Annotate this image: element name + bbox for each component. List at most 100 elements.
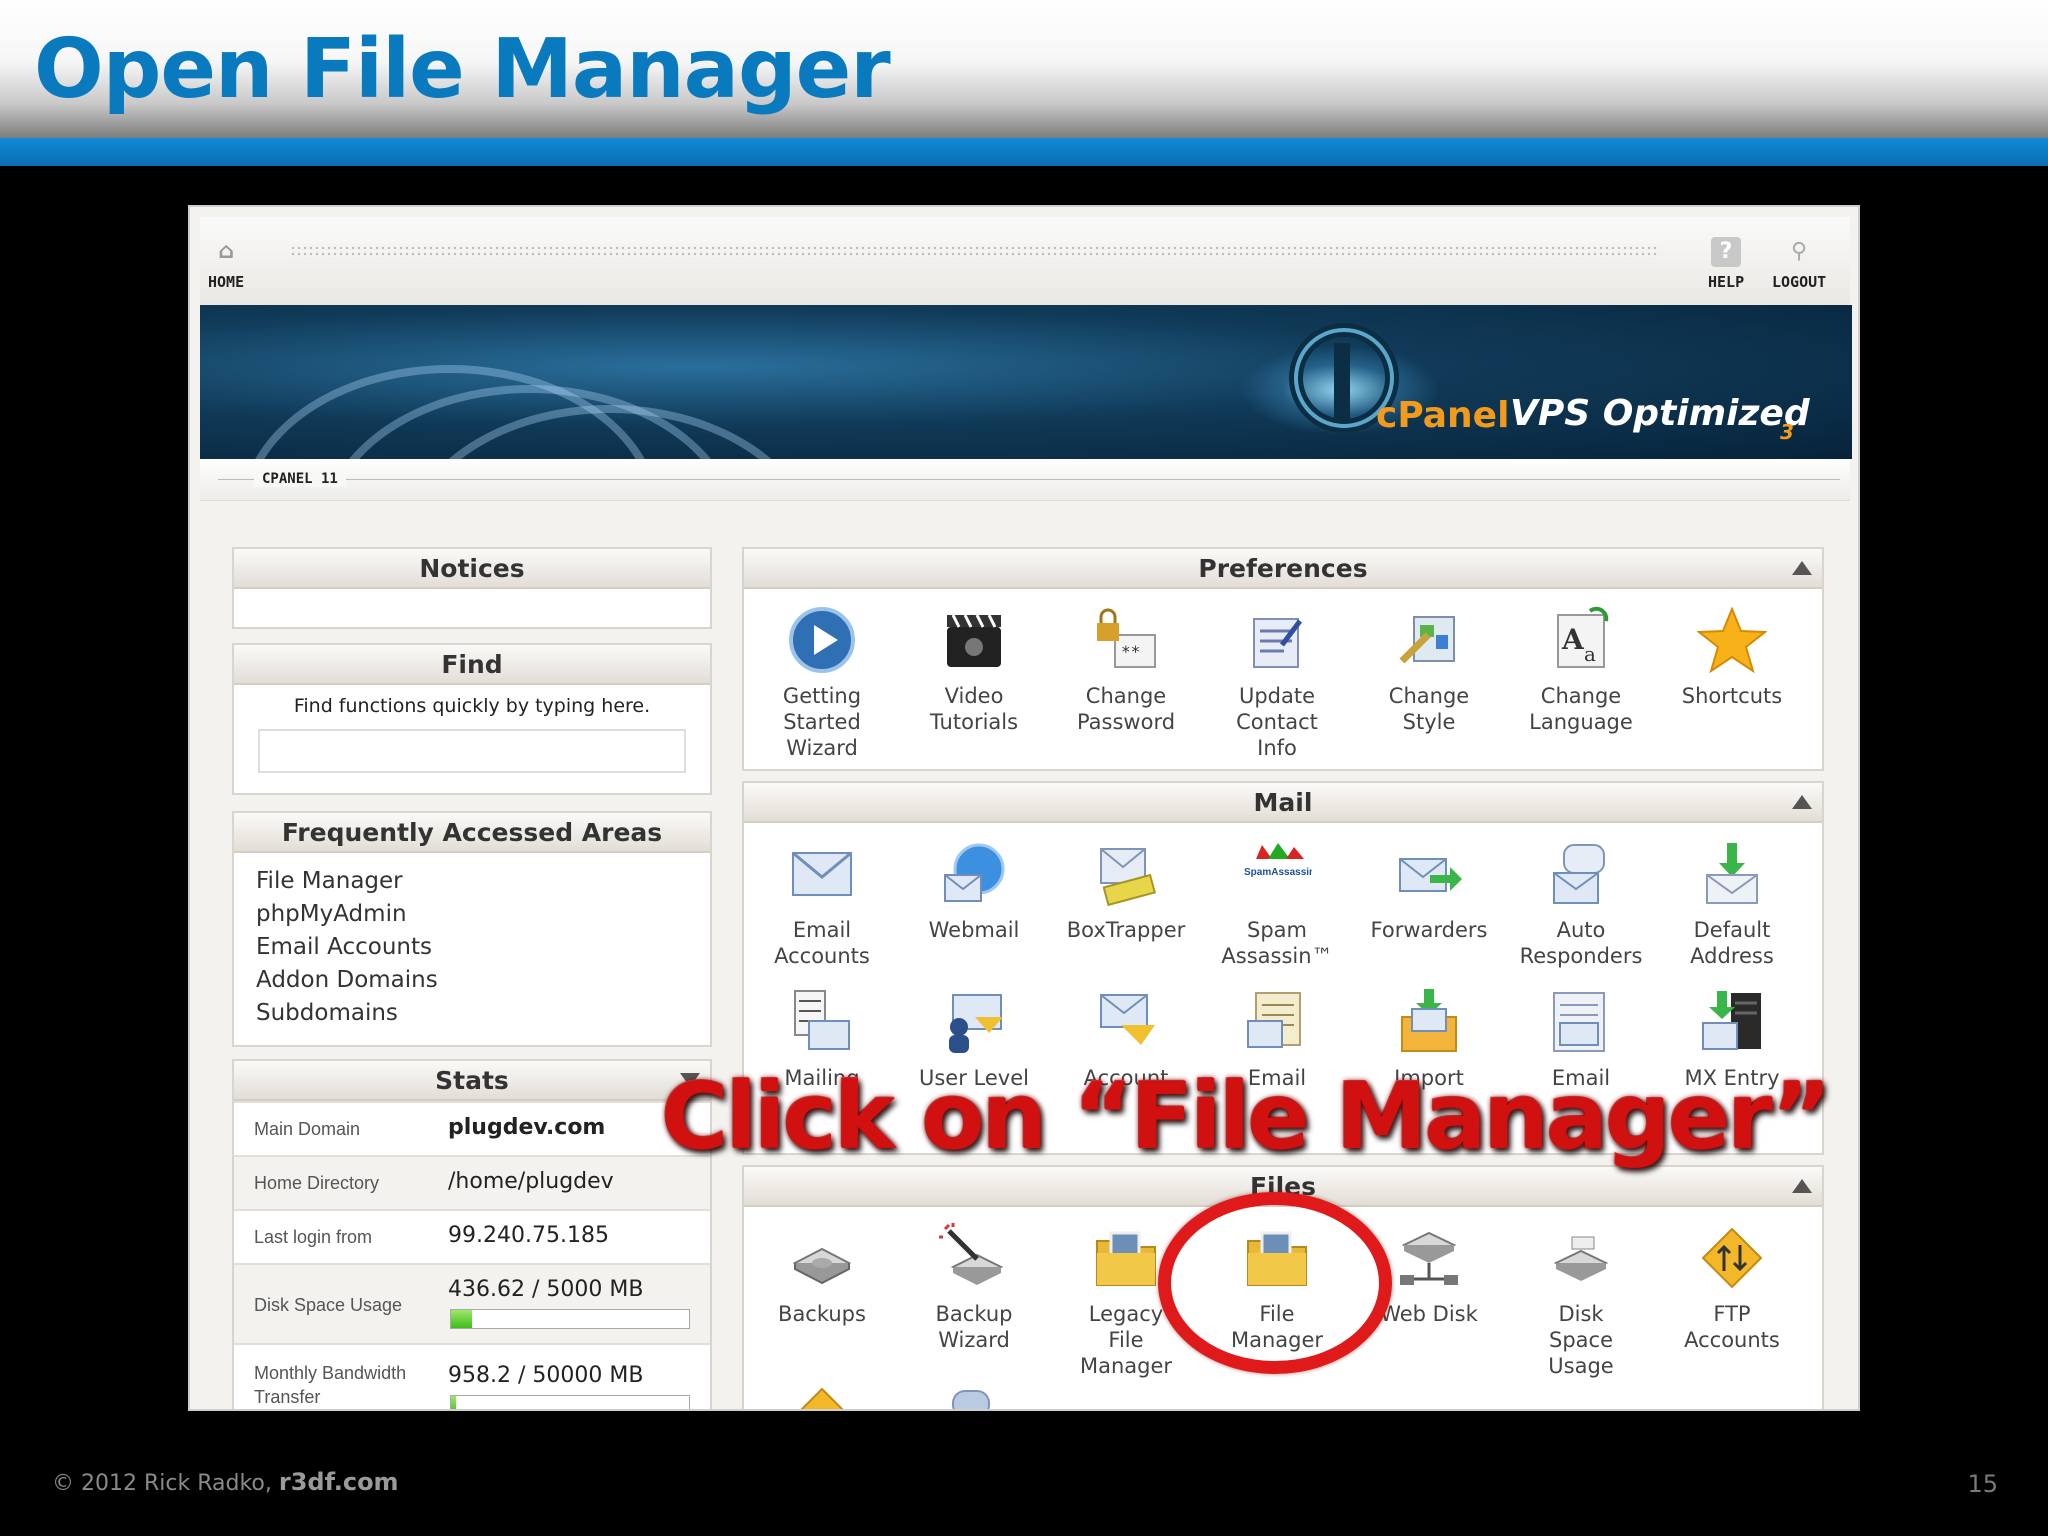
icon-label: FTP [1713, 1302, 1751, 1326]
frequent-list: File Manager phpMyAdmin Email Accounts A… [234, 853, 710, 1030]
pref-change-language[interactable]: Aa Change Language [1506, 605, 1656, 735]
pref-change-password[interactable]: ** Change Password [1051, 605, 1201, 735]
stats-row-last-login: Last login from 99.240.75.185 [234, 1209, 710, 1263]
find-title: Find [234, 645, 710, 685]
mail-title-text: Mail [1253, 788, 1313, 817]
preferences-panel: Preferences Getting Started Wizard Video… [742, 547, 1824, 771]
frequent-item[interactable]: Email Accounts [256, 931, 710, 964]
logout-label: LOGOUT [1772, 273, 1827, 291]
pref-update-contact[interactable]: Update Contact Info [1202, 605, 1352, 761]
icon-label: Shortcuts [1681, 684, 1783, 708]
help-button[interactable]: ? HELP [1708, 237, 1744, 291]
bandwidth-bar [450, 1395, 690, 1409]
highlight-circle [1158, 1192, 1392, 1374]
icon-label: Backups [778, 1302, 866, 1326]
logout-button[interactable]: ⚲ LOGOUT [1772, 237, 1826, 291]
frequent-title: Frequently Accessed Areas [234, 813, 710, 853]
spamassassin-icon: SpamAssassin [1244, 843, 1315, 878]
pref-video-tutorials[interactable]: Video Tutorials [899, 605, 1049, 735]
slide-title: Open File Manager [34, 22, 891, 117]
files-next-row-icon[interactable] [747, 1383, 897, 1409]
play-icon [789, 607, 855, 673]
slide-header: Open File Manager [0, 0, 2048, 138]
stats-value: /home/plugdev [448, 1169, 614, 1194]
icon-label: Started [783, 710, 861, 734]
collapse-arrow-icon[interactable] [1792, 1179, 1812, 1193]
icon-label: Getting [782, 684, 862, 708]
cpanel-banner: cPanel VPS Optimized 3 [200, 305, 1852, 459]
mx-entry-icon [1702, 991, 1761, 1050]
files-next-row-icon[interactable] [899, 1383, 1049, 1409]
chat-bubble-icon [952, 1390, 990, 1409]
frequent-item[interactable]: phpMyAdmin [256, 898, 710, 931]
breadcrumb-label[interactable]: CPANEL 11 [254, 471, 346, 487]
notices-panel: Notices [232, 547, 712, 629]
mail-boxtrapper[interactable]: BoxTrapper [1051, 839, 1201, 943]
icon-label: Disk [1558, 1302, 1604, 1326]
help-label: HELP [1708, 273, 1745, 291]
icon-label: Backup [935, 1302, 1013, 1326]
box-trap-icon [1100, 848, 1156, 907]
icon-label: Manager [1079, 1354, 1173, 1378]
cpanel-topbar: ⌂ HOME ? HELP ⚲ LOGOUT [200, 217, 1850, 309]
icon-label: Change [1085, 684, 1167, 708]
find-hint: Find functions quickly by typing here. [293, 695, 651, 717]
logout-icon: ⚲ [1791, 239, 1808, 264]
disk-usage-icon [1553, 1236, 1609, 1281]
frequent-item[interactable]: Subdomains [256, 997, 710, 1030]
slide-footer: © 2012 Rick Radko, r3df.com [52, 1468, 399, 1496]
files-backup-wizard[interactable]: Backup Wizard [899, 1223, 1049, 1353]
stats-title: Stats [234, 1061, 710, 1101]
contact-form-icon [1253, 618, 1302, 668]
svg-text:a: a [1584, 642, 1596, 666]
collapse-arrow-icon[interactable] [1792, 561, 1812, 575]
mail-title: Mail [744, 783, 1822, 823]
icon-label: Auto [1556, 918, 1606, 942]
stats-key: Home Directory [254, 1173, 380, 1193]
envelope-icon [792, 851, 852, 896]
home-icon: ⌂ [218, 239, 234, 264]
files-backups[interactable]: Backups [747, 1223, 897, 1327]
user-filter-icon [949, 994, 1003, 1053]
stats-key-line2: Transfer [254, 1387, 321, 1407]
stats-title-text: Stats [435, 1066, 509, 1095]
footer-site: r3df.com [278, 1468, 399, 1496]
icon-label: Info [1257, 736, 1297, 760]
preferences-title: Preferences [744, 549, 1822, 589]
files-ftp-accounts[interactable]: FTP Accounts [1657, 1223, 1807, 1353]
callout-text: Click on “File Manager” [661, 1063, 1832, 1170]
mail-default-address[interactable]: Default Address [1657, 839, 1807, 969]
network-disk-icon [1400, 1231, 1458, 1285]
icon-label: Email [792, 918, 852, 942]
topbar-texture [290, 245, 1660, 259]
find-input[interactable] [258, 729, 686, 773]
files-disk-space-usage[interactable]: Disk Space Usage [1506, 1223, 1656, 1379]
stats-row-disk-space: Disk Space Usage 436.62 / 5000 MB [234, 1263, 710, 1343]
default-address-icon [1706, 843, 1758, 904]
frequent-item[interactable]: Addon Domains [256, 964, 710, 997]
frequent-item[interactable]: File Manager [256, 865, 710, 898]
stats-value: plugdev.com [448, 1115, 606, 1140]
frequent-panel: Frequently Accessed Areas File Manager p… [232, 811, 712, 1047]
icon-label: Usage [1548, 1354, 1614, 1378]
cpanel-screenshot: ⌂ HOME ? HELP ⚲ LOGOUT cPanel VPS Optimi… [188, 205, 1860, 1411]
banner-brand: cPanel [1376, 395, 1510, 436]
clapperboard-icon [947, 614, 1001, 667]
mail-auto-responders[interactable]: Auto Responders [1506, 839, 1656, 969]
icon-label: Change [1388, 684, 1470, 708]
slide-page-number: 15 [1967, 1470, 1998, 1498]
bandwidth-fill [451, 1396, 456, 1409]
mail-webmail[interactable]: Webmail [899, 839, 1049, 943]
mail-email-accounts[interactable]: Email Accounts [747, 839, 897, 969]
icon-label: Accounts [1684, 1328, 1780, 1352]
icon-label: Spam [1247, 918, 1307, 942]
collapse-arrow-icon[interactable] [1792, 795, 1812, 809]
pref-change-style[interactable]: Change Style [1354, 605, 1504, 735]
mail-forwarders[interactable]: Forwarders [1354, 839, 1504, 943]
pref-getting-started[interactable]: Getting Started Wizard [747, 605, 897, 761]
stats-key: Monthly Bandwidth Transfer [254, 1361, 406, 1409]
pref-shortcuts[interactable]: Shortcuts [1657, 605, 1807, 709]
icon-label: Change [1540, 684, 1622, 708]
mail-spamassassin[interactable]: SpamAssassin Spam Assassin™ [1202, 839, 1352, 969]
home-button[interactable]: ⌂ HOME [208, 237, 244, 291]
